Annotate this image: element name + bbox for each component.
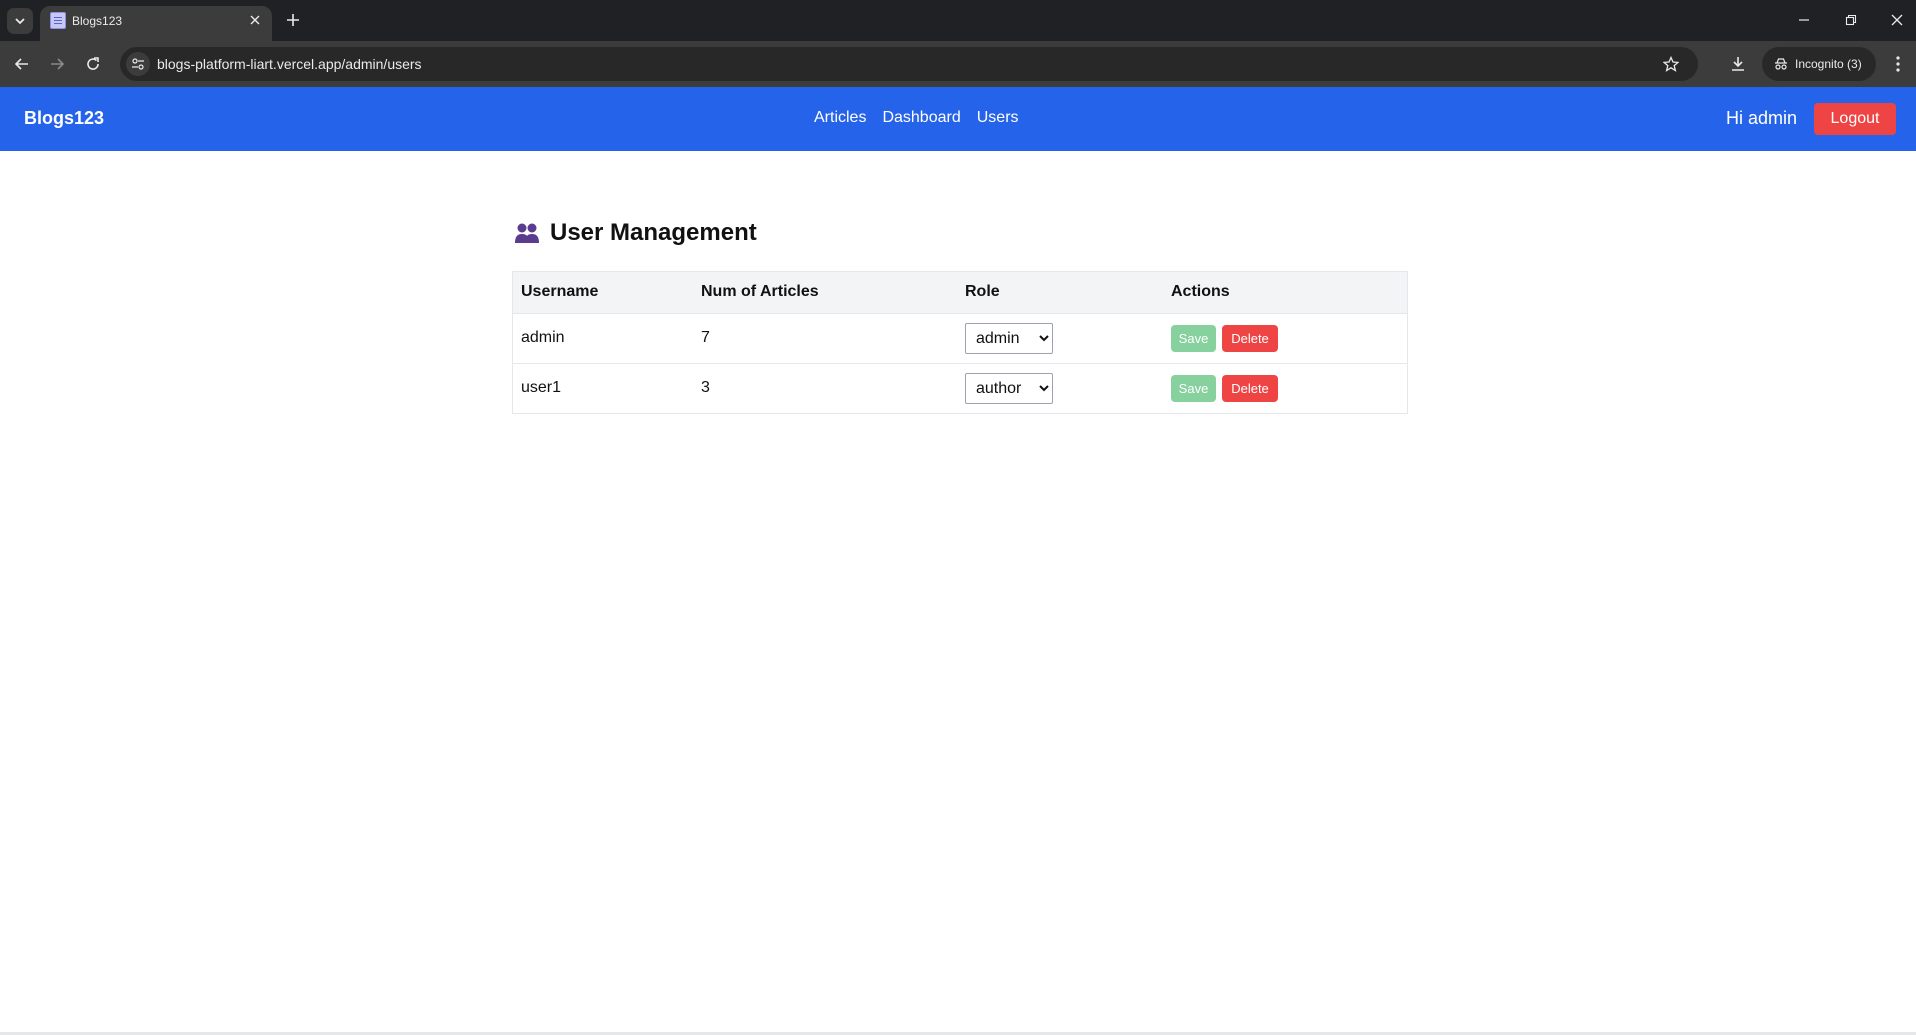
downloads-button[interactable]: [1726, 52, 1750, 76]
reload-icon: [87, 57, 99, 70]
role-cell: admin: [957, 313, 1163, 363]
close-icon: [250, 15, 260, 25]
tab-search-button[interactable]: [7, 8, 33, 34]
minimize-icon: [1799, 19, 1809, 21]
bookmark-button[interactable]: [1660, 53, 1682, 75]
role-cell: author: [957, 363, 1163, 413]
page-title-text: User Management: [550, 219, 757, 246]
nav-link-users[interactable]: Users: [977, 109, 1019, 127]
favicon-icon: [50, 12, 66, 29]
arrow-right-icon: [51, 58, 65, 70]
restore-icon: [1845, 14, 1857, 26]
delete-button[interactable]: Delete: [1222, 374, 1278, 402]
url-text: blogs-platform-liart.vercel.app/admin/us…: [157, 56, 422, 72]
actions-cell: Save Delete: [1163, 363, 1407, 413]
logout-button[interactable]: Logout: [1814, 103, 1896, 135]
username-cell: user1: [521, 379, 562, 397]
column-header-actions: Actions: [1171, 283, 1230, 301]
restore-button[interactable]: [1837, 8, 1865, 32]
close-icon: [1891, 14, 1903, 26]
incognito-indicator[interactable]: Incognito (3): [1762, 47, 1876, 81]
actions-cell: Save Delete: [1163, 313, 1407, 363]
back-button[interactable]: [10, 52, 34, 76]
username-cell: admin: [521, 329, 565, 346]
plus-icon: [287, 14, 299, 26]
new-tab-button[interactable]: [282, 9, 304, 31]
page-title: User Management: [514, 219, 757, 247]
column-header-num-articles: Num of Articles: [701, 283, 819, 301]
forward-button[interactable]: [45, 52, 69, 76]
table-header-row: Username Num of Articles Role Actions: [513, 272, 1407, 313]
reload-button[interactable]: [81, 52, 105, 76]
table-row: user1 3 author Save Delete: [513, 363, 1407, 413]
nav-links: Articles Dashboard Users: [814, 109, 1019, 127]
num-articles-cell: 3: [701, 379, 710, 397]
minimize-button[interactable]: [1790, 8, 1818, 32]
delete-button[interactable]: Delete: [1222, 324, 1278, 352]
tab-title: Blogs123: [72, 14, 123, 28]
address-bar[interactable]: blogs-platform-liart.vercel.app/admin/us…: [120, 47, 1698, 81]
app-navbar: Blogs123 Articles Dashboard Users Hi adm…: [0, 87, 1916, 151]
role-select[interactable]: author: [965, 372, 1053, 404]
save-button[interactable]: Save: [1171, 324, 1216, 352]
role-select[interactable]: admin: [965, 322, 1053, 354]
star-icon: [1663, 56, 1679, 72]
save-button[interactable]: Save: [1171, 374, 1216, 402]
nav-link-articles[interactable]: Articles: [814, 109, 866, 127]
tune-icon: [132, 58, 144, 70]
close-window-button[interactable]: [1883, 8, 1911, 32]
column-header-username: Username: [521, 283, 599, 301]
arrow-left-icon: [14, 58, 28, 70]
users-icon: [515, 223, 539, 243]
incognito-label: Incognito (3): [1795, 57, 1862, 71]
tab-close-button[interactable]: [246, 11, 264, 29]
user-greeting: Hi admin: [1726, 108, 1798, 128]
download-icon: [1732, 57, 1744, 71]
browser-tab[interactable]: Blogs123: [40, 6, 272, 41]
table-row: admin 7 admin Save Delete: [513, 313, 1407, 363]
incognito-icon: [1775, 58, 1787, 70]
nav-link-dashboard[interactable]: Dashboard: [882, 109, 960, 127]
brand-logo[interactable]: Blogs123: [24, 108, 104, 129]
users-table: Username Num of Articles Role Actions ad…: [512, 271, 1408, 414]
browser-tabstrip: Blogs123: [0, 0, 1916, 41]
browser-menu-button[interactable]: [1886, 52, 1910, 76]
browser-toolbar: blogs-platform-liart.vercel.app/admin/us…: [0, 41, 1916, 87]
more-vertical-icon: [1896, 56, 1900, 72]
chevron-down-icon: [15, 18, 25, 25]
site-info-button[interactable]: [126, 52, 150, 76]
column-header-role: Role: [965, 283, 1000, 301]
num-articles-cell: 7: [701, 329, 710, 346]
